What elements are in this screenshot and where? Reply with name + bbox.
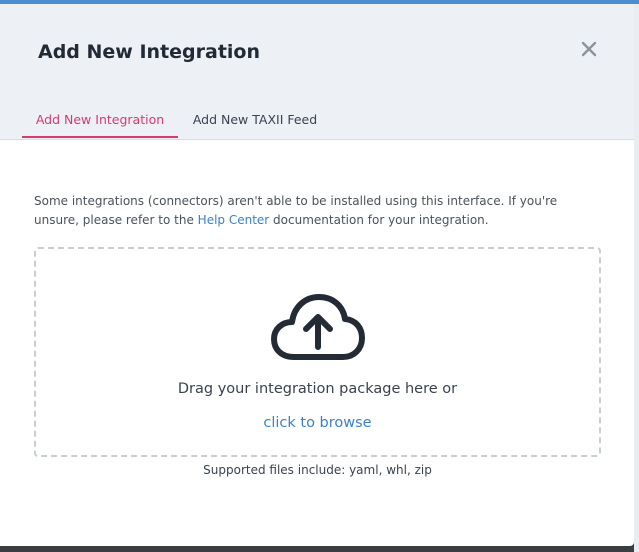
description-part-2: documentation for your integration.	[269, 213, 489, 227]
tab-add-new-integration[interactable]: Add New Integration	[22, 112, 178, 138]
help-center-link[interactable]: Help Center	[198, 213, 270, 227]
description-text: Some integrations (connectors) aren't ab…	[34, 192, 604, 230]
background-strip	[634, 4, 639, 552]
tab-add-new-taxii-feed[interactable]: Add New TAXII Feed	[188, 112, 322, 138]
add-integration-modal: Add New Integration Add New Integration …	[0, 4, 634, 546]
modal-header: Add New Integration Add New Integration …	[0, 4, 634, 140]
browse-link[interactable]: click to browse	[36, 415, 599, 431]
file-dropzone[interactable]: Drag your integration package here or cl…	[34, 247, 601, 457]
drag-instruction: Drag your integration package here or	[177, 381, 458, 397]
supported-files-text: Supported files include: yaml, whl, zip	[203, 463, 432, 477]
cloud-upload-icon	[271, 294, 365, 360]
modal-title: Add New Integration	[38, 41, 261, 63]
close-button[interactable]	[578, 38, 600, 60]
close-icon	[581, 41, 597, 57]
